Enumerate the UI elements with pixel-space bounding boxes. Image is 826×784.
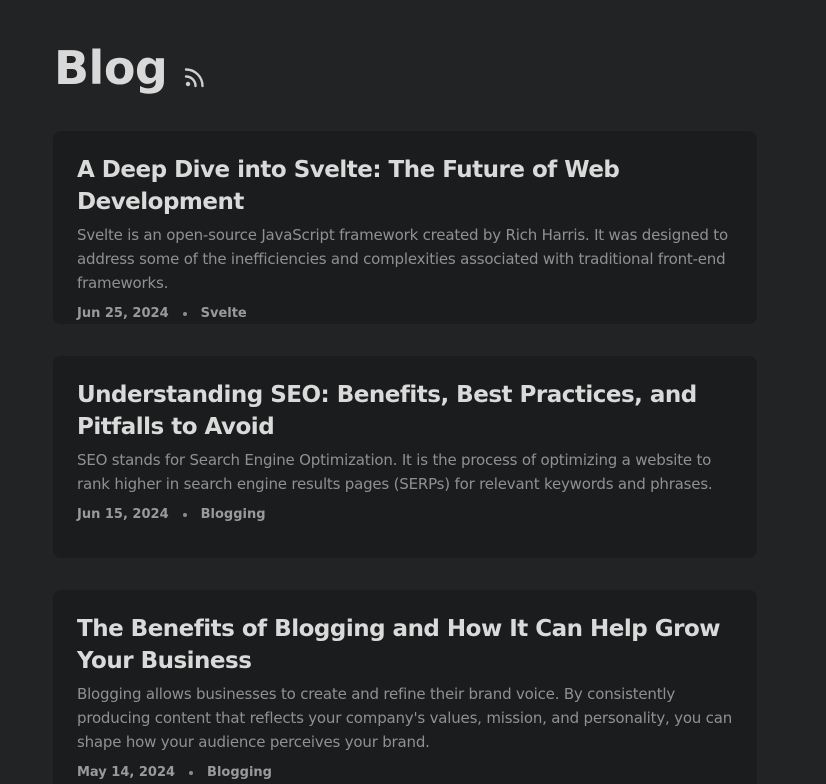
post-meta: May 14, 2024 Blogging: [77, 764, 733, 782]
post-card[interactable]: The Benefits of Blogging and How It Can …: [53, 590, 757, 784]
post-title[interactable]: Understanding SEO: Benefits, Best Practi…: [77, 379, 733, 443]
page-title: Blog: [54, 41, 168, 95]
post-excerpt: Svelte is an open-source JavaScript fram…: [77, 226, 728, 292]
post-title[interactable]: The Benefits of Blogging and How It Can …: [77, 613, 733, 677]
post-excerpt: Blogging allows businesses to create and…: [77, 685, 733, 751]
post-date: May 14, 2024: [77, 765, 176, 780]
post-date: Jun 25, 2024: [77, 306, 169, 321]
post-meta: Jun 15, 2024 Blogging: [77, 506, 733, 524]
post-tag[interactable]: Blogging: [207, 764, 272, 782]
post-tag[interactable]: Svelte: [201, 305, 247, 323]
post-card[interactable]: Understanding SEO: Benefits, Best Practi…: [53, 356, 757, 558]
post-title[interactable]: A Deep Dive into Svelte: The Future of W…: [77, 154, 733, 218]
separator-dot: [182, 312, 187, 316]
post-date: Jun 15, 2024: [77, 507, 169, 522]
separator-dot: [189, 771, 194, 775]
separator-dot: [182, 513, 187, 517]
blog-header: Blog: [54, 40, 207, 96]
post-tag[interactable]: Blogging: [201, 506, 266, 524]
blog-page: Blog A Deep Dive into Svelte: The Future…: [0, 0, 826, 784]
post-meta: Jun 25, 2024 Svelte: [77, 305, 733, 323]
post-excerpt: SEO stands for Search Engine Optimizatio…: [77, 451, 713, 493]
post-card[interactable]: A Deep Dive into Svelte: The Future of W…: [53, 131, 757, 324]
rss-icon[interactable]: [183, 65, 207, 89]
